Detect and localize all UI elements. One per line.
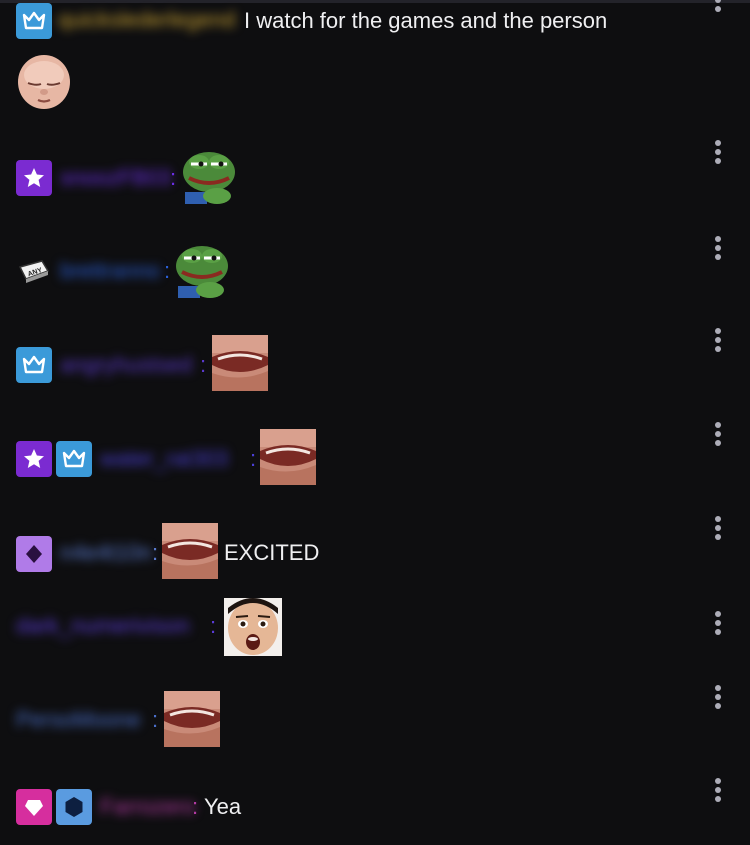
username-colon: :	[152, 540, 159, 565]
hex-badge-icon[interactable]	[56, 789, 92, 825]
chat-message: ANY brettranno :	[0, 236, 750, 298]
crown-badge-icon[interactable]	[56, 441, 92, 477]
more-options-icon[interactable]	[710, 422, 726, 450]
bald-head-emote[interactable]	[16, 55, 72, 111]
more-options-icon[interactable]	[710, 236, 726, 264]
pepe-frog-emote[interactable]	[181, 148, 237, 204]
chat-username[interactable]: angryhustsed	[60, 350, 192, 380]
star-badge-icon[interactable]	[16, 441, 52, 477]
more-options-icon[interactable]	[710, 611, 726, 639]
chat-message: dark_numerivison :	[0, 597, 750, 657]
chat-username[interactable]: water_rat303	[100, 444, 228, 474]
chat-username[interactable]: PersoMoone	[16, 705, 141, 735]
gem-badge-icon[interactable]	[16, 536, 52, 572]
mouth-emote[interactable]	[164, 691, 220, 747]
chat-username[interactable]: quickslederlegend	[58, 5, 235, 35]
chat-message: PersoMoone :	[0, 685, 750, 749]
chat-message: snoozFB03 :	[0, 140, 750, 205]
username-colon: :	[164, 258, 171, 283]
chat-message-text: I watch for the games and the person	[244, 8, 608, 33]
username-colon: :	[250, 446, 257, 471]
chat-message: quickslederlegend I watch for the games …	[0, 0, 750, 44]
pepe-frog-emote[interactable]	[174, 242, 230, 298]
mouth-emote[interactable]	[212, 335, 268, 391]
more-options-icon[interactable]	[710, 516, 726, 544]
mouth-emote[interactable]	[260, 429, 316, 485]
chat-message-text: EXCITED	[224, 540, 320, 565]
any-key-badge-icon[interactable]: ANY	[16, 253, 52, 289]
username-colon: :	[192, 794, 199, 819]
chat-message-text: Yea	[204, 794, 242, 819]
chat-username[interactable]: snoozFB03	[60, 163, 171, 193]
more-options-icon[interactable]	[710, 0, 726, 16]
chat-message: angryhustsed :	[0, 328, 750, 393]
mouth-emote[interactable]	[162, 523, 218, 579]
more-options-icon[interactable]	[710, 328, 726, 356]
surprised-face-emote[interactable]	[224, 598, 282, 656]
username-colon: :	[200, 352, 207, 377]
username-colon: :	[210, 613, 217, 638]
chat-username[interactable]: dark_numerivison	[16, 611, 190, 641]
chat-message: Farrozero : Yea	[0, 778, 750, 838]
chat-username[interactable]: brettranno	[60, 256, 160, 286]
more-options-icon[interactable]	[710, 778, 726, 806]
star-badge-icon[interactable]	[16, 160, 52, 196]
heart-badge-icon[interactable]	[16, 789, 52, 825]
chat-message: water_rat303 :	[0, 422, 750, 487]
crown-badge-icon[interactable]	[16, 347, 52, 383]
chat-username[interactable]: n4e4t10n	[60, 538, 152, 568]
chat-message: n4e4t10n : EXCITED	[0, 516, 750, 581]
more-options-icon[interactable]	[710, 140, 726, 168]
username-colon: :	[152, 707, 159, 732]
chat-username[interactable]: Farrozero	[100, 792, 195, 822]
more-options-icon[interactable]	[710, 685, 726, 713]
chat-message	[0, 55, 750, 115]
username-colon: :	[170, 165, 177, 190]
crown-badge-icon[interactable]	[16, 3, 52, 39]
